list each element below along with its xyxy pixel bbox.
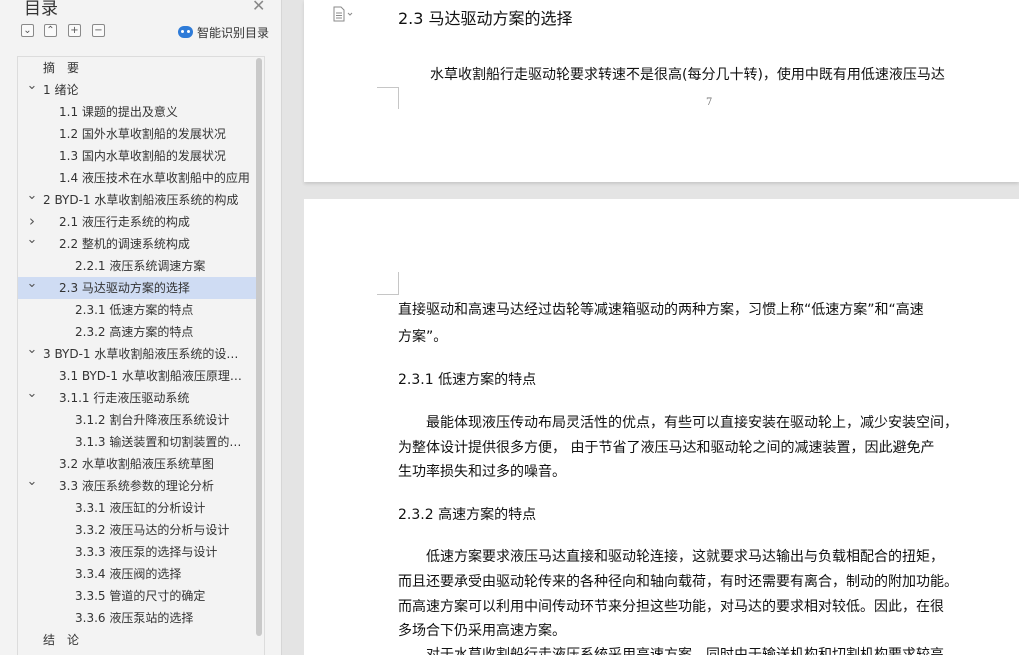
- toc-scrollbar[interactable]: [256, 58, 262, 636]
- toc-item-label: 2.3.2 高速方案的特点: [75, 325, 194, 339]
- page-8: 直接驱动和高速马达经过齿轮等减速箱驱动的两种方案，习惯上称“低速方案”和“高速方…: [304, 199, 1019, 655]
- close-icon[interactable]: ✕: [252, 0, 265, 15]
- collapse-all-icon[interactable]: ⌄: [21, 24, 34, 37]
- toc-item[interactable]: 1.4 液压技术在水草收割船中的应用: [18, 167, 260, 189]
- toc-item-label: 2 BYD-1 水草收割船液压系统的构成: [43, 193, 239, 207]
- toc-item[interactable]: ⌄ 3.1.1 行走液压驱动系统: [18, 387, 260, 409]
- chevron-down-icon[interactable]: ⌄: [26, 475, 38, 493]
- toc-item[interactable]: 2.3.1 低速方案的特点: [18, 299, 260, 321]
- smart-toc-label: 智能识别目录: [197, 25, 270, 40]
- toc-item[interactable]: ⌄ 1 绪论: [18, 79, 260, 101]
- crop-mark: [377, 294, 399, 295]
- toc-panel: 目录 ✕ ⌄ ⌃ + − 智能识别目录 摘 要 ⌄ 1 绪论 1.1 课题的提出及意义…: [0, 0, 282, 655]
- toc-item[interactable]: ⌄ 2.2 整机的调速系统构成: [18, 233, 260, 255]
- toc-item[interactable]: › 2.1 液压行走系统的构成: [18, 211, 260, 233]
- toc-item[interactable]: ⌄ 3.3 液压系统参数的理论分析: [18, 475, 260, 497]
- toc-item-label: 3.2 水草收割船液压系统草图: [59, 457, 214, 471]
- page-7: 2.3 马达驱动方案的选择 水草收割船行走驱动轮要求转速不是很高(每分几十转)，…: [304, 0, 1019, 182]
- toc-item[interactable]: 结 论: [18, 629, 260, 651]
- paragraph-line: 最能体现液压传动布局灵活性的优点，有些可以直接安装在驱动轮上，减少安装空间，: [398, 415, 958, 431]
- toc-item[interactable]: ⌄ 3 BYD-1 水草收割船液压系统的设计计算: [18, 343, 260, 365]
- toc-item[interactable]: 3.3.2 液压马达的分析与设计: [18, 519, 260, 541]
- toc-item-label: 3.3.4 液压阀的选择: [75, 567, 182, 581]
- smart-toc-button[interactable]: 智能识别目录: [178, 23, 269, 41]
- toc-item[interactable]: 3.3.4 液压阀的选择: [18, 563, 260, 585]
- toc-item-label: 3.3.6 液压泵站的选择: [75, 611, 194, 625]
- page-number: 7: [706, 97, 713, 108]
- chevron-down-icon[interactable]: ⌄: [26, 277, 38, 295]
- toc-item[interactable]: 1.3 国内水草收割船的发展状况: [18, 145, 260, 167]
- toc-item-label: 2.3 马达驱动方案的选择: [59, 281, 190, 295]
- toc-item[interactable]: 3.3.3 液压泵的选择与设计: [18, 541, 260, 563]
- toc-item-label: 3.1.2 割台升降液压系统设计: [75, 413, 230, 427]
- chevron-down-icon[interactable]: ⌄: [26, 343, 38, 361]
- toc-item[interactable]: 3.3.1 液压缸的分析设计: [18, 497, 260, 519]
- toc-item-label: 3.3.3 液压泵的选择与设计: [75, 545, 218, 559]
- chevron-right-icon[interactable]: ›: [26, 211, 38, 232]
- toc-item[interactable]: 3.3.6 液压泵站的选择: [18, 607, 260, 629]
- toc-item[interactable]: ⌄ 2 BYD-1 水草收割船液压系统的构成: [18, 189, 260, 211]
- toc-item-label: 2.3.1 低速方案的特点: [75, 303, 194, 317]
- toc-item-label: 1.4 液压技术在水草收割船中的应用: [59, 171, 250, 185]
- smart-toc-icon: [178, 26, 193, 38]
- toc-title: 目录: [24, 0, 58, 19]
- toc-item[interactable]: 3.1 BYD-1 水草收割船液压原理图的拟定: [18, 365, 260, 387]
- chevron-down-icon[interactable]: ⌄: [26, 387, 38, 405]
- crop-mark: [398, 272, 399, 294]
- paragraph-line: 多场合下仍采用高速方案。: [398, 623, 566, 639]
- toc-item-label: 3.1.3 输送装置和切割装置的液压系统设计: [75, 435, 250, 449]
- add-heading-icon[interactable]: +: [68, 24, 81, 37]
- toc-item-label: 结 论: [43, 633, 80, 647]
- chevron-down-icon[interactable]: ⌄: [26, 79, 38, 97]
- expand-up-icon[interactable]: ⌃: [44, 24, 57, 37]
- toc-item-label: 2.2.1 液压系统调速方案: [75, 259, 206, 273]
- toc-item-label: 1.1 课题的提出及意义: [59, 105, 178, 119]
- subsection-heading: 2.3.2 高速方案的特点: [398, 507, 537, 523]
- paragraph-line: 为整体设计提供很多方便， 由于节省了液压马达和驱动轮之间的减速装置，因此避免产: [398, 440, 935, 456]
- toc-item[interactable]: 摘 要: [18, 57, 260, 79]
- chevron-down-icon[interactable]: ⌄: [26, 189, 38, 207]
- paragraph-line: 生功率损失和过多的噪音。: [398, 464, 566, 480]
- toc-item-label: 3.3 液压系统参数的理论分析: [59, 479, 214, 493]
- toc-item-label: 2.1 液压行走系统的构成: [59, 215, 190, 229]
- paragraph-line: 直接驱动和高速马达经过齿轮等减速箱驱动的两种方案，习惯上称“低速方案”和“高速: [398, 302, 924, 318]
- toc-item-label: 3.3.1 液压缸的分析设计: [75, 501, 206, 515]
- section-heading: 2.3 马达驱动方案的选择: [398, 9, 573, 28]
- toc-item-label: 3 BYD-1 水草收割船液压系统的设计计算: [43, 347, 250, 361]
- toc-item-label: 1 绪论: [43, 83, 79, 97]
- paragraph-line: 而且还要承受由驱动轮传来的各种径向和轴向载荷，有时还需要有离合，制动的附加功能。: [398, 574, 958, 590]
- toc-item-label: 摘 要: [43, 61, 80, 75]
- paragraph-line: 方案”。: [398, 329, 448, 345]
- paragraph-line: 而高速方案可以利用中间传动环节来分担这些功能，对马达的要求相对较低。因此，在很: [398, 599, 944, 615]
- crop-mark: [377, 87, 399, 88]
- toc-item[interactable]: 3.1.2 割台升降液压系统设计: [18, 409, 260, 431]
- document-area: 2.3 马达驱动方案的选择 水草收割船行走驱动轮要求转速不是很高(每分几十转)，…: [283, 0, 1019, 655]
- toc-item[interactable]: 3.3.5 管道的尺寸的确定: [18, 585, 260, 607]
- toc-item-label: 2.2 整机的调速系统构成: [59, 237, 190, 251]
- toc-item[interactable]: 2.3.2 高速方案的特点: [18, 321, 260, 343]
- toc-item-label: 3.1.1 行走液压驱动系统: [59, 391, 190, 405]
- toc-tree: 摘 要 ⌄ 1 绪论 1.1 课题的提出及意义 1.2 国外水草收割船的发展状况 1.3 …: [17, 56, 265, 655]
- toc-item[interactable]: 1.2 国外水草收割船的发展状况: [18, 123, 260, 145]
- toc-item[interactable]: 3.1.3 输送装置和切割装置的液压系统设计: [18, 431, 260, 453]
- toc-item[interactable]: 2.2.1 液压系统调速方案: [18, 255, 260, 277]
- toc-item-label: 3.1 BYD-1 水草收割船液压原理图的拟定: [59, 369, 250, 383]
- chevron-down-icon[interactable]: ⌄: [26, 233, 38, 251]
- paragraph-line: 对于水草收割船行走液压系统采用高速方案，同时由于输送机构和切割机构要求较高: [398, 647, 944, 655]
- toc-item[interactable]: 3.2 水草收割船液压系统草图: [18, 453, 260, 475]
- paragraph-line: 低速方案要求液压马达直接和驱动轮连接，这就要求马达输出与负载相配合的扭矩，: [398, 549, 944, 565]
- remove-heading-icon[interactable]: −: [92, 24, 105, 37]
- toc-item-label: 3.3.5 管道的尺寸的确定: [75, 589, 206, 603]
- subsection-heading: 2.3.1 低速方案的特点: [398, 372, 537, 388]
- toc-item-label: 1.2 国外水草收割船的发展状况: [59, 127, 226, 141]
- toc-item-label: 3.3.2 液压马达的分析与设计: [75, 523, 230, 537]
- paragraph-line: 水草收割船行走驱动轮要求转速不是很高(每分几十转)，使用中既有用低速液压马达: [430, 67, 945, 83]
- toc-item-label: 1.3 国内水草收割船的发展状况: [59, 149, 226, 163]
- toc-item[interactable]: 1.1 课题的提出及意义: [18, 101, 260, 123]
- crop-mark: [398, 87, 399, 109]
- document-outline-icon[interactable]: [331, 6, 355, 22]
- toc-item[interactable]: ⌄ 2.3 马达驱动方案的选择: [18, 277, 260, 299]
